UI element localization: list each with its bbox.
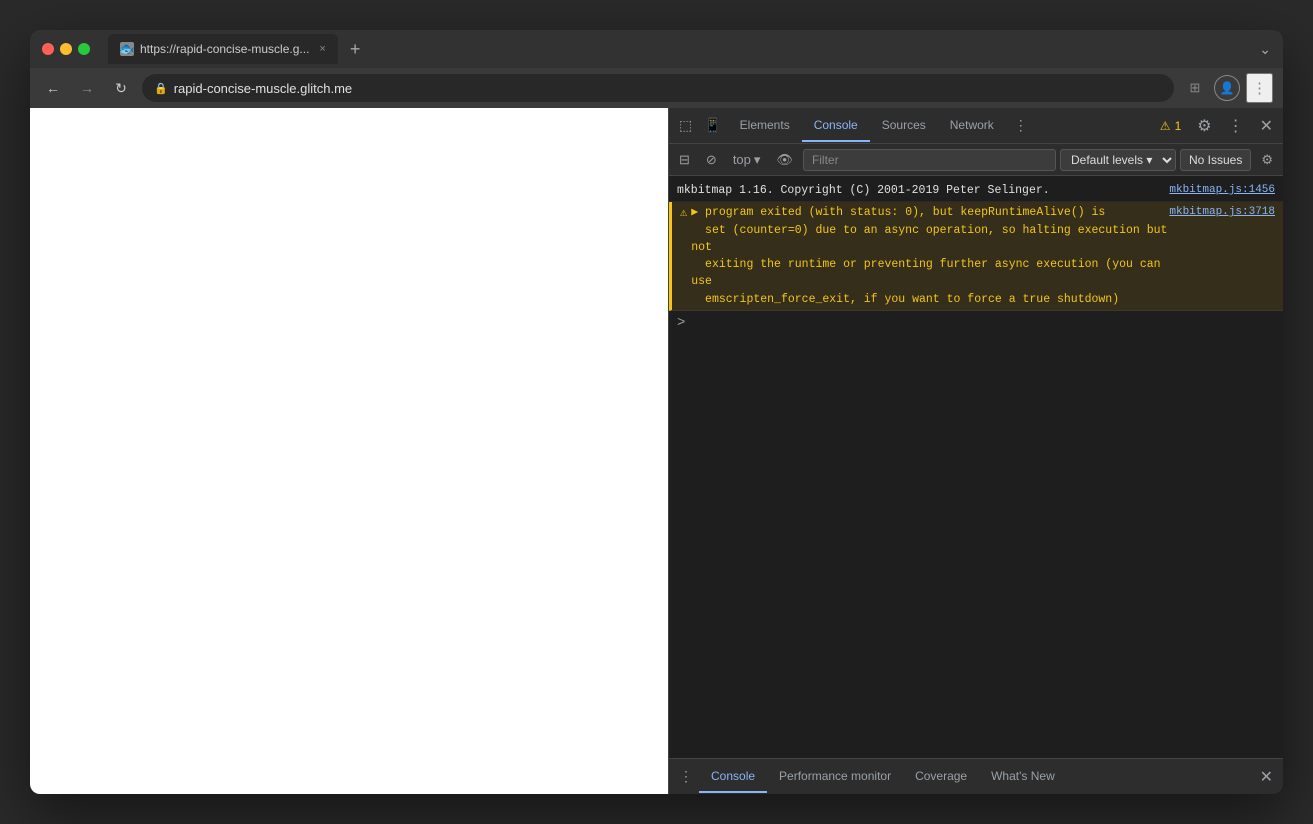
console-settings-icon: ⚙: [1261, 152, 1273, 167]
eye-filter-button[interactable]: 👁: [770, 149, 799, 171]
console-warning-content: ▶ program exited (with status: 0), but k…: [691, 204, 1169, 308]
nav-right-controls: ⊞ 👤 ⋮: [1182, 73, 1273, 103]
profile-icon-symbol: 👤: [1220, 81, 1235, 95]
forward-icon: →: [80, 80, 94, 96]
content-area: ⬚ 📱 Elements Console Sources Network ⋮ ⚠…: [30, 108, 1283, 794]
device-toggle-button[interactable]: 📱: [698, 113, 727, 138]
inspect-icon: ⬚: [679, 117, 692, 134]
browser-window: 🐟 https://rapid-concise-muscle.g... × + …: [30, 30, 1283, 794]
lock-icon: 🔒: [154, 82, 168, 95]
traffic-lights: [42, 43, 90, 55]
warning-line-icon: ⚠: [680, 204, 687, 308]
block-request-button[interactable]: ⊘: [700, 149, 723, 171]
context-dropdown-icon: ▾: [754, 152, 761, 168]
tab-console[interactable]: Console: [802, 110, 870, 142]
address-bar[interactable]: 🔒 rapid-concise-muscle.glitch.me: [142, 74, 1174, 102]
profile-button[interactable]: 👤: [1214, 75, 1240, 101]
bottom-tab-console[interactable]: Console: [699, 761, 767, 793]
console-input[interactable]: [691, 316, 1275, 330]
devtools-settings-button[interactable]: ⚙: [1191, 112, 1217, 140]
tab-url-label: https://rapid-concise-muscle.g...: [140, 42, 309, 56]
tab-network[interactable]: Network: [938, 110, 1006, 142]
sidebar-toggle-icon: ⊟: [679, 152, 690, 168]
console-line-content: mkbitmap 1.16. Copyright (C) 2001-2019 P…: [677, 182, 1169, 199]
minimize-traffic-light[interactable]: [60, 43, 72, 55]
warning-badge-count: 1: [1175, 119, 1182, 133]
devtools-secondary-toolbar: ⊟ ⊘ top ▾ 👁 Default levels ▾ No Issues: [669, 144, 1283, 176]
browser-menu-button[interactable]: ⋮: [1246, 73, 1273, 103]
tab-bar: 🐟 https://rapid-concise-muscle.g... × + …: [108, 34, 1271, 64]
tab-close-button[interactable]: ×: [319, 43, 325, 55]
devtools-close-button[interactable]: ✕: [1254, 112, 1279, 140]
devtools-close-icon: ✕: [1260, 118, 1273, 135]
log-levels-select[interactable]: Default levels ▾: [1060, 149, 1176, 171]
device-icon: 📱: [704, 117, 721, 134]
devtools-more-button[interactable]: ⋮: [1222, 112, 1250, 140]
title-bar: 🐟 https://rapid-concise-muscle.g... × + …: [30, 30, 1283, 68]
console-prompt-row: >: [669, 311, 1283, 335]
console-settings-button[interactable]: ⚙: [1255, 149, 1279, 171]
context-label: top: [733, 152, 751, 167]
tab-elements[interactable]: Elements: [728, 110, 802, 142]
bottom-tab-coverage[interactable]: Coverage: [903, 761, 979, 793]
more-tabs-button[interactable]: ⋮: [1006, 113, 1036, 138]
bottom-bar-close-button[interactable]: ✕: [1254, 763, 1279, 791]
webpage-viewport: [30, 108, 668, 794]
bottom-close-icon: ✕: [1260, 769, 1273, 786]
no-issues-label: No Issues: [1189, 153, 1242, 167]
tab-sources[interactable]: Sources: [870, 110, 938, 142]
tab-menu-button[interactable]: ⌄: [1259, 41, 1271, 58]
devtools-toolbar: ⬚ 📱 Elements Console Sources Network ⋮ ⚠…: [669, 108, 1283, 144]
navigation-bar: ← → ↻ 🔒 rapid-concise-muscle.glitch.me ⊞…: [30, 68, 1283, 108]
console-output: mkbitmap 1.16. Copyright (C) 2001-2019 P…: [669, 176, 1283, 758]
forward-button[interactable]: →: [74, 75, 100, 101]
console-warning-line: ⚠ ▶ program exited (with status: 0), but…: [669, 202, 1283, 311]
reload-button[interactable]: ↻: [108, 75, 134, 101]
close-traffic-light[interactable]: [42, 43, 54, 55]
console-filter-input[interactable]: [803, 149, 1056, 171]
warning-badge-button[interactable]: ⚠ 1: [1154, 116, 1187, 136]
bookmark-bar-toggle[interactable]: ⊞: [1182, 75, 1208, 101]
console-line: mkbitmap 1.16. Copyright (C) 2001-2019 P…: [669, 180, 1283, 202]
console-source-link[interactable]: mkbitmap.js:1456: [1169, 182, 1275, 199]
settings-gear-icon: ⚙: [1197, 118, 1211, 135]
inspect-element-button[interactable]: ⬚: [673, 113, 698, 138]
new-tab-button[interactable]: +: [346, 39, 365, 60]
tab-favicon-icon: 🐟: [120, 42, 134, 56]
drawer-menu-button[interactable]: ⋮: [673, 764, 699, 789]
devtools-toolbar-right: ⚠ 1 ⚙ ⋮ ✕: [1154, 112, 1279, 140]
devtools-bottom-bar: ⋮ Console Performance monitor Coverage W…: [669, 758, 1283, 794]
reload-icon: ↻: [115, 80, 127, 97]
prompt-arrow-icon: >: [677, 315, 685, 331]
no-issues-button[interactable]: No Issues: [1180, 149, 1251, 171]
browser-tab[interactable]: 🐟 https://rapid-concise-muscle.g... ×: [108, 34, 338, 64]
sidebar-toggle-button[interactable]: ⊟: [673, 149, 696, 171]
bottom-tab-whats-new[interactable]: What's New: [979, 761, 1067, 793]
browser-menu-icon: ⋮: [1252, 80, 1267, 97]
back-icon: ←: [46, 80, 60, 96]
eye-icon: 👁: [776, 152, 793, 167]
block-icon: ⊘: [706, 152, 717, 168]
drawer-menu-icon: ⋮: [679, 768, 693, 784]
warning-badge-icon: ⚠: [1160, 119, 1171, 133]
address-text: rapid-concise-muscle.glitch.me: [174, 81, 352, 96]
devtools-more-icon: ⋮: [1228, 118, 1244, 135]
bottom-tab-performance-monitor[interactable]: Performance monitor: [767, 761, 903, 793]
console-warning-source-link[interactable]: mkbitmap.js:3718: [1169, 204, 1275, 308]
context-selector[interactable]: top ▾: [727, 149, 767, 171]
back-button[interactable]: ←: [40, 75, 66, 101]
maximize-traffic-light[interactable]: [78, 43, 90, 55]
devtools-panel: ⬚ 📱 Elements Console Sources Network ⋮ ⚠…: [668, 108, 1283, 794]
